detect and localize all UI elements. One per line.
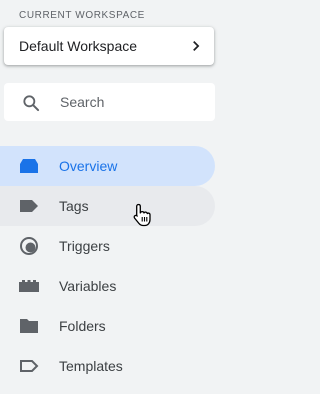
nav-item-label: Overview xyxy=(59,158,118,174)
workspace-name: Default Workspace xyxy=(19,38,138,54)
hand-pointer-icon xyxy=(133,203,151,232)
search-box[interactable] xyxy=(4,83,215,121)
templates-icon xyxy=(18,356,40,376)
nav-item-label: Tags xyxy=(59,198,89,214)
workspace-section-label: CURRENT WORKSPACE xyxy=(19,10,145,21)
nav-item-label: Templates xyxy=(59,358,123,374)
nav-menu: Overview Tags Triggers Variables Folders xyxy=(0,146,220,386)
nav-item-label: Triggers xyxy=(59,238,110,254)
nav-item-tags[interactable]: Tags xyxy=(0,186,220,226)
tag-icon xyxy=(18,196,40,216)
nav-item-folders[interactable]: Folders xyxy=(0,306,220,346)
folder-icon xyxy=(18,316,40,336)
search-icon xyxy=(21,93,41,118)
variables-icon xyxy=(18,276,40,296)
nav-item-templates[interactable]: Templates xyxy=(0,346,220,386)
triggers-icon xyxy=(18,236,40,256)
nav-item-triggers[interactable]: Triggers xyxy=(0,226,220,266)
search-input[interactable] xyxy=(60,83,205,121)
nav-item-label: Folders xyxy=(59,318,106,334)
overview-icon xyxy=(18,156,40,176)
nav-item-overview[interactable]: Overview xyxy=(0,146,220,186)
workspace-selector[interactable]: Default Workspace xyxy=(4,27,214,65)
chevron-right-icon xyxy=(188,38,204,54)
nav-item-label: Variables xyxy=(59,278,117,294)
nav-item-variables[interactable]: Variables xyxy=(0,266,220,306)
